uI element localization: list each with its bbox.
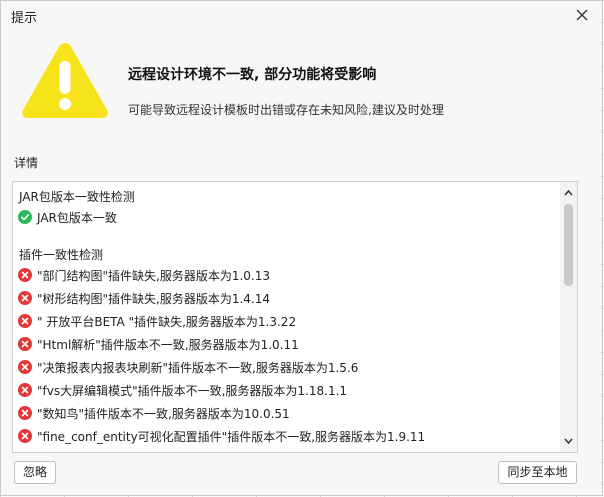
inconsistency-dialog: 提示 远程设计环境不一致, 部分功能将受影响 可能导致远程设计模板时出错或存在未… (0, 0, 603, 496)
warning-triangle-icon (19, 39, 111, 121)
scroll-thumb[interactable] (564, 204, 573, 286)
warning-headline: 远程设计环境不一致, 部分功能将受影响 (128, 67, 377, 83)
ignore-button[interactable]: 忽略 (14, 461, 56, 484)
details-label: 详情 (14, 156, 39, 170)
plugin-issue-text: "Html解析"插件版本不一致,服务器版本为1.0.11 (37, 337, 299, 352)
scroll-down-chevron-icon[interactable] (560, 432, 577, 450)
error-circle-icon (18, 268, 32, 282)
plugin-issue-text: " 开放平台BETA "插件缺失,服务器版本为1.3.22 (37, 314, 297, 329)
scroll-up-chevron-icon[interactable] (560, 184, 577, 202)
error-circle-icon (18, 337, 32, 351)
error-circle-icon (18, 429, 32, 443)
plugin-issue-text: "部门结构图"插件缺失,服务器版本为1.0.13 (37, 268, 271, 283)
jar-result-row: JAR包版本一致 (18, 208, 117, 226)
plugin-issue-text: "数知鸟"插件版本不一致,服务器版本为10.0.51 (37, 406, 290, 421)
plugin-issue-row: "树形结构图"插件缺失,服务器版本为1.4.14 (18, 289, 270, 307)
error-circle-icon (18, 291, 32, 305)
plugin-issue-row: "Html解析"插件版本不一致,服务器版本为1.0.11 (18, 335, 299, 353)
check-circle-icon (18, 210, 32, 224)
plugin-issue-text: "fvs大屏编辑模式"插件版本不一致,服务器版本为1.18.1.1 (37, 383, 348, 398)
plugin-issue-row: "决策报表内报表块刷新"插件版本不一致,服务器版本为1.5.6 (18, 358, 358, 376)
error-circle-icon (18, 360, 32, 374)
plugin-issue-row: "数知鸟"插件版本不一致,服务器版本为10.0.51 (18, 404, 290, 422)
details-list[interactable]: JAR包版本一致性检测 JAR包版本一致 插件一致性检测 "部门结构图"插件缺失… (12, 181, 578, 453)
plugin-issue-text: "fine_conf_entity可视化配置插件"插件版本不一致,服务器版本为1… (37, 429, 426, 444)
title-bar: 提示 (1, 1, 602, 29)
close-icon[interactable] (572, 5, 592, 25)
plugin-issue-row: "fine_conf_entity可视化配置插件"插件版本不一致,服务器版本为1… (18, 427, 425, 445)
warning-subline: 可能导致远程设计模板时出错或存在未知风险,建议及时处理 (128, 103, 444, 117)
error-circle-icon (18, 314, 32, 328)
details-scrollbar[interactable] (560, 182, 577, 452)
plugin-issue-text: "决策报表内报表块刷新"插件版本不一致,服务器版本为1.5.6 (37, 360, 359, 375)
plugin-issue-row: "部门结构图"插件缺失,服务器版本为1.0.13 (18, 266, 270, 284)
plugin-issue-row: "fvs大屏编辑模式"插件版本不一致,服务器版本为1.18.1.1 (18, 381, 347, 399)
error-circle-icon (18, 383, 32, 397)
jar-section-title: JAR包版本一致性检测 (19, 190, 135, 204)
jar-result-text: JAR包版本一致 (37, 210, 117, 225)
dialog-title: 提示 (11, 11, 38, 26)
error-circle-icon (18, 406, 32, 420)
plugin-issue-row: " 开放平台BETA "插件缺失,服务器版本为1.3.22 (18, 312, 296, 330)
plugin-issue-text: "树形结构图"插件缺失,服务器版本为1.4.14 (37, 291, 271, 306)
sync-to-local-button[interactable]: 同步至本地 (498, 461, 577, 484)
plugin-section-title: 插件一致性检测 (19, 248, 104, 262)
